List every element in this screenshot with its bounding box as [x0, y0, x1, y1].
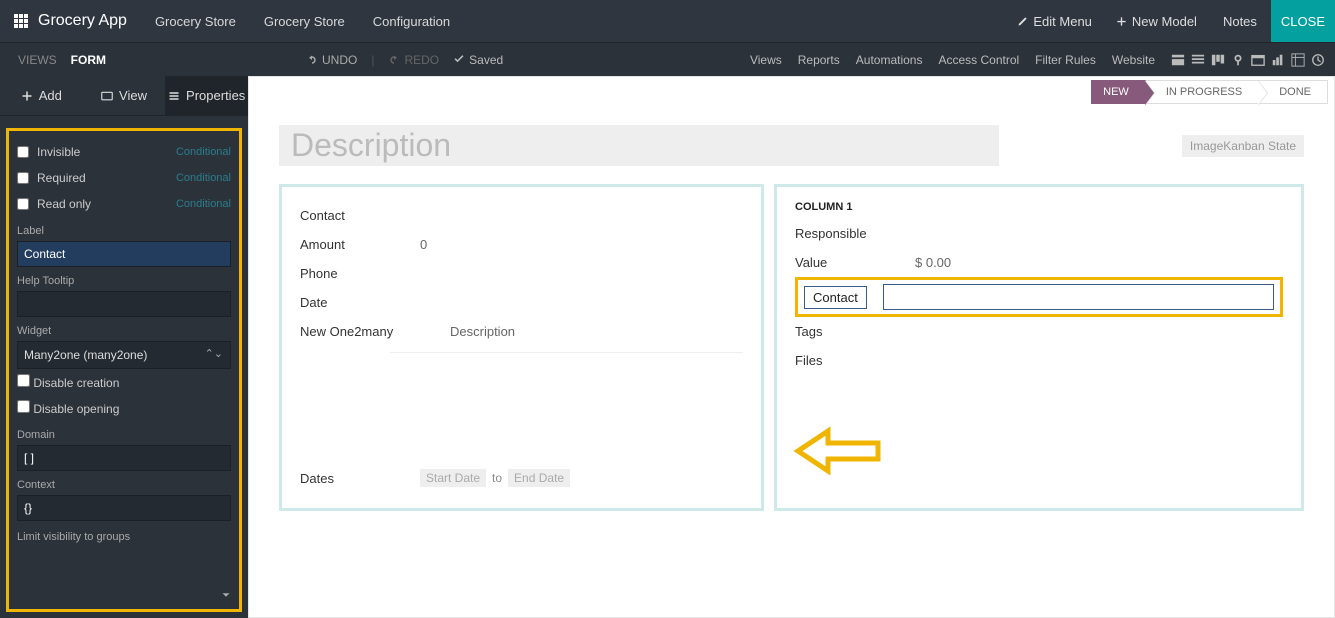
brand[interactable]: Grocery App	[0, 12, 141, 30]
disable-opening-checkbox[interactable]: Disable opening	[17, 400, 119, 416]
field-responsible-label: Responsible	[795, 226, 915, 241]
saved-label: Saved	[469, 53, 503, 67]
field-tags-label: Tags	[795, 324, 915, 339]
form-right-column: COLUMN 1 Responsible Value$ 0.00 Contact…	[774, 184, 1304, 511]
o2m-body[interactable]	[390, 352, 743, 462]
side-panel: Add View Properties Invisible Conditiona…	[0, 76, 248, 618]
help-tooltip-input[interactable]	[17, 291, 231, 317]
column-header: COLUMN 1	[795, 201, 1283, 213]
redo-button[interactable]: REDO	[388, 53, 439, 67]
view-map-icon[interactable]	[1231, 53, 1245, 67]
saved-indicator: Saved	[453, 53, 503, 67]
view-pivot-icon[interactable]	[1291, 53, 1305, 67]
required-conditional-link[interactable]: Conditional	[176, 172, 231, 184]
notes-button[interactable]: Notes	[1209, 14, 1271, 29]
field-amount-value[interactable]: 0	[420, 237, 427, 252]
status-in-progress[interactable]: IN PROGRESS	[1146, 80, 1259, 104]
invisible-conditional-link[interactable]: Conditional	[176, 146, 231, 158]
status-bar: NEW IN PROGRESS DONE	[249, 77, 1334, 107]
o2m-column-header: Description	[430, 324, 515, 339]
undo-button[interactable]: UNDO	[306, 53, 357, 67]
disable-creation-checkbox[interactable]: Disable creation	[17, 374, 119, 390]
field-contact-label: Contact	[300, 208, 420, 223]
view-calendar-icon[interactable]	[1251, 53, 1265, 67]
link-reports[interactable]: Reports	[798, 53, 840, 67]
sub-bar: VIEWS FORM UNDO | REDO Saved Views Repor…	[0, 42, 1335, 76]
menu-grocery-store-1[interactable]: Grocery Store	[141, 14, 250, 29]
field-amount-label: Amount	[300, 237, 420, 252]
status-new[interactable]: NEW	[1091, 80, 1146, 104]
form-label[interactable]: FORM	[71, 53, 106, 67]
view-activity-icon[interactable]	[1311, 53, 1325, 67]
app-name: Grocery App	[38, 12, 127, 30]
contact-field-label: Contact	[804, 286, 867, 309]
tab-properties-label: Properties	[186, 88, 245, 103]
link-filter-rules[interactable]: Filter Rules	[1035, 53, 1096, 67]
widget-label: Widget	[17, 325, 231, 337]
form-left-column: Contact Amount0 Phone Date New One2many …	[279, 184, 764, 511]
label-input[interactable]	[17, 241, 231, 267]
start-date-placeholder[interactable]: Start Date	[420, 469, 486, 487]
view-kanban-icon[interactable]	[1211, 53, 1225, 67]
undo-label: UNDO	[322, 53, 357, 67]
limit-visibility-label: Limit visibility to groups	[17, 531, 231, 543]
properties-panel: Invisible Conditional Required Condition…	[6, 128, 242, 612]
contact-field-input[interactable]	[883, 284, 1274, 310]
readonly-checkbox[interactable]: Read only	[17, 197, 91, 211]
tab-view[interactable]: View	[83, 76, 166, 115]
invisible-checkbox[interactable]: Invisible	[17, 145, 80, 159]
link-website[interactable]: Website	[1112, 53, 1155, 67]
edit-menu-button[interactable]: Edit Menu	[1005, 14, 1104, 29]
domain-label: Domain	[17, 429, 231, 441]
field-date-label: Date	[300, 295, 420, 310]
dates-to-label: to	[492, 471, 502, 485]
context-label: Context	[17, 479, 231, 491]
redo-label: REDO	[404, 53, 439, 67]
readonly-conditional-link[interactable]: Conditional	[176, 198, 231, 210]
context-input[interactable]	[17, 495, 231, 521]
edit-menu-label: Edit Menu	[1033, 14, 1092, 29]
top-bar: Grocery App Grocery Store Grocery Store …	[0, 0, 1335, 42]
link-access-control[interactable]: Access Control	[938, 53, 1019, 67]
tab-add[interactable]: Add	[0, 76, 83, 115]
field-phone-label: Phone	[300, 266, 420, 281]
highlighted-contact-field: Contact	[795, 277, 1283, 317]
field-value-label: Value	[795, 255, 915, 270]
status-done[interactable]: DONE	[1259, 80, 1328, 104]
widget-select[interactable]: Many2one (many2one)	[17, 341, 231, 369]
domain-input[interactable]	[17, 445, 231, 471]
help-tooltip-label: Help Tooltip	[17, 275, 231, 287]
record-title[interactable]: Description	[279, 125, 999, 166]
views-label[interactable]: VIEWS	[18, 53, 57, 67]
view-list-icon[interactable]	[1191, 53, 1205, 67]
menu-configuration[interactable]: Configuration	[359, 14, 464, 29]
required-checkbox[interactable]: Required	[17, 171, 86, 185]
field-files-label: Files	[795, 353, 915, 368]
tab-view-label: View	[119, 88, 147, 103]
tab-add-label: Add	[39, 88, 62, 103]
field-o2m-label: New One2many	[300, 324, 430, 339]
view-graph-icon[interactable]	[1271, 53, 1285, 67]
close-button[interactable]: CLOSE	[1271, 0, 1335, 42]
new-model-label: New Model	[1132, 14, 1197, 29]
link-automations[interactable]: Automations	[856, 53, 923, 67]
link-views[interactable]: Views	[750, 53, 782, 67]
expand-icon[interactable]	[219, 588, 233, 607]
form-canvas: NEW IN PROGRESS DONE Description ImageKa…	[248, 76, 1335, 618]
apps-icon[interactable]	[14, 14, 28, 28]
field-dates-label: Dates	[300, 471, 420, 486]
field-value-value[interactable]: $ 0.00	[915, 255, 951, 270]
image-kanban-placeholder[interactable]: ImageKanban State	[1182, 135, 1304, 157]
view-form-icon[interactable]	[1171, 53, 1185, 67]
label-field-label: Label	[17, 225, 231, 237]
new-model-button[interactable]: New Model	[1104, 14, 1209, 29]
end-date-placeholder[interactable]: End Date	[508, 469, 570, 487]
menu-grocery-store-2[interactable]: Grocery Store	[250, 14, 359, 29]
tab-properties[interactable]: Properties	[165, 76, 248, 115]
